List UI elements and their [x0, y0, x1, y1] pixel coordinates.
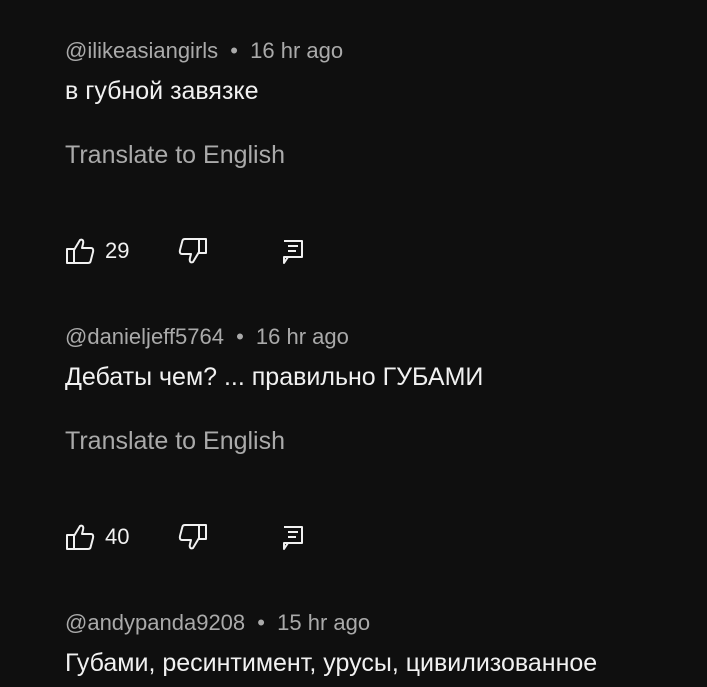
- comment-actions: 29: [65, 236, 365, 266]
- translate-link[interactable]: Translate to English: [65, 426, 285, 456]
- thumbs-down-icon: [178, 237, 208, 265]
- comment-time[interactable]: 16 hr ago: [256, 324, 349, 349]
- like-count: 29: [105, 238, 130, 263]
- thumbs-up-icon: [65, 523, 95, 551]
- comment-text: Дебаты чем? ... правильно ГУБАМИ: [65, 363, 484, 391]
- comment-author[interactable]: @danieljeff5764: [65, 324, 224, 349]
- comment-author[interactable]: @ilikeasiangirls: [65, 38, 218, 63]
- comment-actions: 40: [65, 522, 365, 552]
- dislike-button[interactable]: [178, 236, 208, 266]
- reply-button[interactable]: [281, 236, 305, 266]
- comment-meta: @danieljeff5764 • 16 hr ago: [65, 323, 707, 351]
- comment-time[interactable]: 16 hr ago: [250, 38, 343, 63]
- meta-separator: •: [257, 610, 265, 635]
- like-count: 40: [105, 524, 130, 549]
- reply-comment-icon: [281, 523, 305, 551]
- reply-button[interactable]: [281, 522, 305, 552]
- comment-text: в губной завязке: [65, 77, 259, 105]
- comment-meta: @andypanda9208 • 15 hr ago: [65, 609, 707, 637]
- thumbs-down-icon: [178, 523, 208, 551]
- comment-item: @andypanda9208 • 15 hr ago Губами, ресин…: [65, 609, 707, 678]
- meta-separator: •: [236, 324, 244, 349]
- comment-meta: @ilikeasiangirls • 16 hr ago: [65, 37, 707, 65]
- dislike-button[interactable]: [178, 522, 208, 552]
- comment-item: @danieljeff5764 • 16 hr ago Дебаты чем? …: [65, 323, 707, 456]
- comment-author[interactable]: @andypanda9208: [65, 610, 245, 635]
- meta-separator: •: [230, 38, 238, 63]
- like-button[interactable]: 40: [65, 522, 129, 552]
- thumbs-up-icon: [65, 237, 95, 265]
- reply-comment-icon: [281, 237, 305, 265]
- comment-time[interactable]: 15 hr ago: [277, 610, 370, 635]
- comment-item: @ilikeasiangirls • 16 hr ago в губной за…: [65, 37, 707, 170]
- like-button[interactable]: 29: [65, 236, 129, 266]
- translate-link[interactable]: Translate to English: [65, 140, 285, 170]
- comment-text: Губами, ресинтимент, урусы, цивилизованн…: [65, 649, 598, 677]
